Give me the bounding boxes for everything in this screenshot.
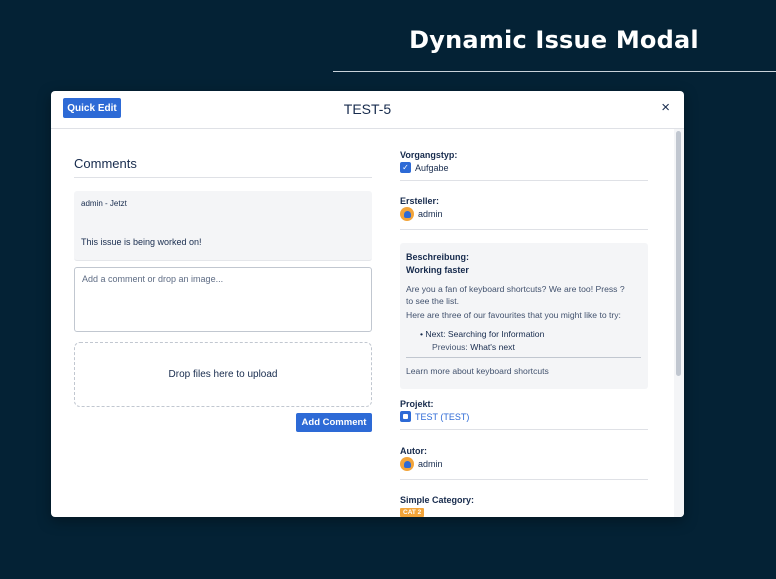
description-line: Are you a fan of keyboard shortcuts? We …	[406, 284, 625, 294]
page-hero-title: Dynamic Issue Modal	[409, 26, 699, 54]
description-box: Beschreibung: Working faster Are you a f…	[400, 243, 648, 389]
comments-divider	[74, 177, 372, 178]
project-label: Projekt:	[400, 399, 434, 409]
issue-type-label: Vorgangstyp:	[400, 150, 458, 160]
check-icon: ✓	[400, 162, 411, 173]
field-divider	[400, 229, 648, 230]
comment-meta: admin - Jetzt	[81, 199, 127, 208]
reporter-value: admin	[400, 207, 443, 221]
project-icon	[400, 411, 411, 422]
comment-input[interactable]	[74, 267, 372, 332]
field-divider	[400, 180, 648, 181]
reporter-text: admin	[418, 209, 443, 219]
issue-type-value: ✓ Aufgabe	[400, 162, 449, 173]
field-divider	[400, 429, 648, 430]
author-label: Autor:	[400, 446, 427, 456]
author-value: admin	[400, 457, 443, 471]
issue-modal: Quick Edit TEST-5 × Comments admin - Jet…	[51, 91, 684, 517]
description-line: to see the list.	[406, 296, 460, 306]
reporter-label: Ersteller:	[400, 196, 440, 206]
comment-item: admin - Jetzt This issue is being worked…	[74, 191, 372, 261]
issue-key-title: TEST-5	[343, 101, 392, 117]
description-heading: Working faster	[406, 265, 469, 275]
previous-value: What's next	[470, 342, 515, 352]
issue-type-text: Aufgabe	[415, 162, 449, 173]
comments-heading: Comments	[74, 156, 137, 171]
dropzone-text: Drop files here to upload	[168, 369, 278, 380]
keyboard-shortcuts-link[interactable]: Learn more about keyboard shortcuts	[406, 365, 549, 377]
avatar-icon	[400, 457, 414, 471]
scrollbar-thumb[interactable]	[676, 131, 681, 376]
field-divider	[400, 479, 648, 480]
shortcut-previous: Previous: What's next	[432, 341, 515, 353]
shortcut-list-item: • Next: Searching for Information	[420, 328, 544, 340]
file-dropzone[interactable]: Drop files here to upload	[74, 342, 372, 407]
category-label: Simple Category:	[400, 495, 475, 505]
bullet-icon: •	[420, 329, 424, 339]
modal-header: Quick Edit TEST-5 ×	[51, 91, 684, 129]
comment-text: This issue is being worked on!	[81, 237, 202, 247]
hero-divider	[333, 71, 776, 72]
description-label: Beschreibung:	[406, 252, 470, 262]
project-value: TEST (TEST)	[400, 411, 469, 422]
project-link[interactable]: TEST (TEST)	[415, 412, 469, 422]
previous-label: Previous:	[432, 342, 468, 352]
description-line: Here are three of our favourites that yo…	[406, 310, 621, 320]
close-icon[interactable]: ×	[661, 100, 670, 115]
add-comment-button[interactable]: Add Comment	[296, 413, 372, 432]
shortcut-next-text: Next: Searching for Information	[425, 329, 545, 339]
category-badge: CAT 2	[400, 508, 425, 517]
author-text: admin	[418, 459, 443, 469]
avatar-icon	[400, 207, 414, 221]
description-divider	[406, 357, 641, 358]
